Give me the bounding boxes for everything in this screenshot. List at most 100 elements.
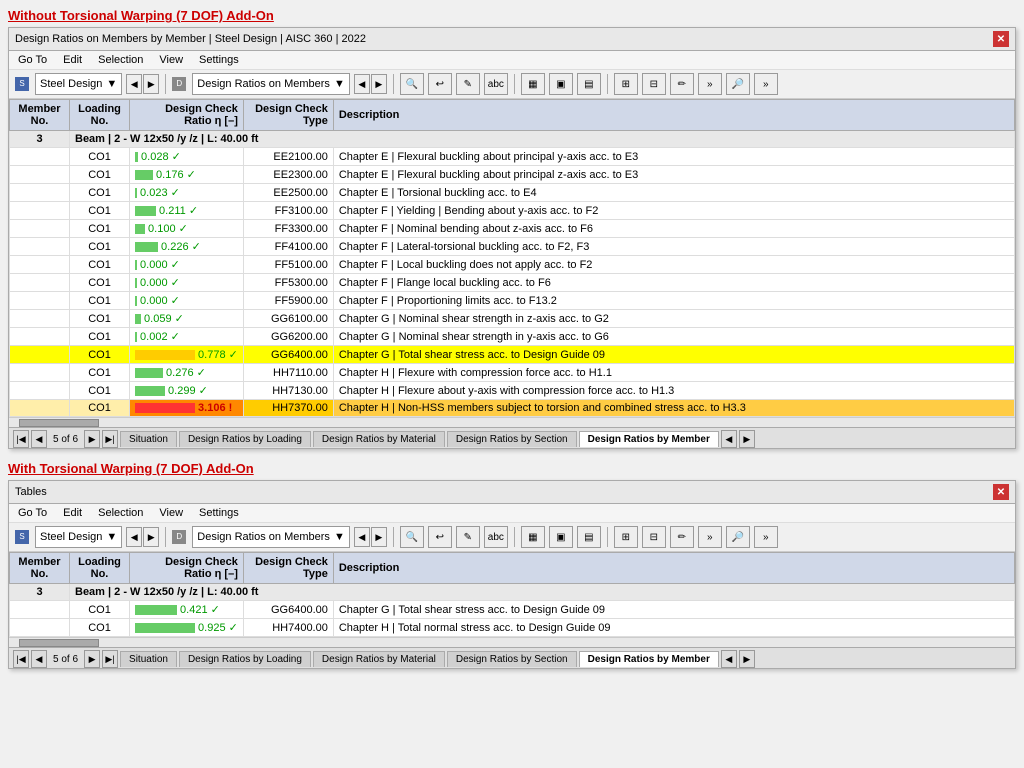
toolbar-btn-2[interactable]: ↩ [428, 73, 452, 95]
top-close-button[interactable]: ✕ [993, 31, 1009, 47]
member-no-cell: 3 [10, 131, 70, 148]
bottom-ratios-prev[interactable]: ◀ [354, 527, 370, 547]
bottom-btn-9[interactable]: ⊟ [642, 526, 666, 548]
design-ratios-dropdown[interactable]: Design Ratios on Members ▼ [192, 73, 350, 95]
bottom-btn-extra[interactable]: 🔎 [726, 526, 750, 548]
table-row[interactable]: CO1 0.211 ✓FF3100.00Chapter F | Yielding… [10, 202, 1015, 220]
bottom-btn-4[interactable]: abc [484, 526, 508, 548]
toolbar-btn-9[interactable]: ⊟ [642, 73, 666, 95]
toolbar-btn-5[interactable]: ▦ [521, 73, 545, 95]
tab-first-btn[interactable]: |◀ [13, 430, 29, 448]
bottom-scrollbar[interactable] [9, 637, 1015, 647]
toolbar-btn-4[interactable]: abc [484, 73, 508, 95]
ratios-prev-btn[interactable]: ◀ [354, 74, 370, 94]
toolbar-btn-more[interactable]: » [698, 73, 722, 95]
check-mark: 0.000 ✓ [137, 295, 180, 307]
steel-design-dropdown[interactable]: Steel Design ▼ [35, 73, 122, 95]
tab-item-4[interactable]: Design Ratios by Member [579, 431, 719, 447]
toolbar-btn-10[interactable]: ✏ [670, 73, 694, 95]
tab-end-next[interactable]: ▶ [739, 650, 755, 668]
bottom-ratios-next[interactable]: ▶ [371, 527, 387, 547]
tab-item-1[interactable]: Design Ratios by Loading [179, 651, 311, 667]
menu-view[interactable]: View [156, 53, 186, 67]
table-row[interactable]: CO1 0.023 ✓ΕΕ2500.00Chapter E | Torsiona… [10, 184, 1015, 202]
toolbar-btn-6[interactable]: ▣ [549, 73, 573, 95]
toolbar-btn-extra[interactable]: 🔎 [726, 73, 750, 95]
check-mark: 0.002 ✓ [137, 331, 180, 343]
menu-edit[interactable]: Edit [60, 53, 85, 67]
menu-goto[interactable]: Go To [15, 53, 50, 67]
table-row[interactable]: CO1 0.002 ✓GG6200.00Chapter G | Nominal … [10, 328, 1015, 346]
table-row[interactable]: CO1 0.059 ✓GG6100.00Chapter G | Nominal … [10, 310, 1015, 328]
bottom-steel-prev[interactable]: ◀ [126, 527, 142, 547]
design-ratios-label: Design Ratios on Members [197, 78, 330, 90]
menu-selection[interactable]: Selection [95, 53, 146, 67]
steel-next-btn[interactable]: ▶ [143, 74, 159, 94]
table-row[interactable]: CO1 0.000 ✓FF5100.00Chapter F | Local bu… [10, 256, 1015, 274]
tab-end-prev[interactable]: ◀ [721, 650, 737, 668]
bottom-design-dropdown[interactable]: Design Ratios on Members ▼ [192, 526, 350, 548]
table-row[interactable]: CO1 0.100 ✓FF3300.00Chapter F | Nominal … [10, 220, 1015, 238]
table-row[interactable]: CO1 0.226 ✓FF4100.00Chapter F | Lateral-… [10, 238, 1015, 256]
bottom-steel-dropdown[interactable]: Steel Design ▼ [35, 526, 122, 548]
tab-item-3[interactable]: Design Ratios by Section [447, 651, 577, 667]
tab-end-prev[interactable]: ◀ [721, 430, 737, 448]
bottom-menu-view[interactable]: View [156, 506, 186, 520]
bottom-btn-10[interactable]: ✏ [670, 526, 694, 548]
bottom-menu-selection[interactable]: Selection [95, 506, 146, 520]
tab-item-2[interactable]: Design Ratios by Material [313, 431, 445, 447]
bottom-steel-next[interactable]: ▶ [143, 527, 159, 547]
tab-first-btn[interactable]: |◀ [13, 650, 29, 668]
bottom-btn-6[interactable]: ▣ [549, 526, 573, 548]
tab-next-btn[interactable]: ▶ [84, 650, 100, 668]
toolbar-btn-more2[interactable]: » [754, 73, 778, 95]
top-toolbar: S Steel Design ▼ ◀ ▶ D Design Ratios on … [9, 70, 1015, 99]
table-row[interactable]: CO1 3.106 !HH7370.00Chapter H | Non-HSS … [10, 400, 1015, 417]
steel-prev-btn[interactable]: ◀ [126, 74, 142, 94]
tab-prev-btn[interactable]: ◀ [31, 430, 47, 448]
top-menubar: Go To Edit Selection View Settings [9, 51, 1015, 70]
top-scrollbar[interactable] [9, 417, 1015, 427]
tab-item-2[interactable]: Design Ratios by Material [313, 651, 445, 667]
bottom-close-button[interactable]: ✕ [993, 484, 1009, 500]
loading-col: CO1 [70, 184, 130, 202]
toolbar-btn-7[interactable]: ▤ [577, 73, 601, 95]
toolbar-btn-1[interactable]: 🔍 [400, 73, 424, 95]
table-row[interactable]: CO1 0.299 ✓HH7130.00Chapter H | Flexure … [10, 382, 1015, 400]
bottom-btn-1[interactable]: 🔍 [400, 526, 424, 548]
desc-col: Chapter E | Flexural buckling about prin… [333, 148, 1014, 166]
table-row[interactable]: CO1 0.000 ✓FF5900.00Chapter F | Proporti… [10, 292, 1015, 310]
tab-item-4[interactable]: Design Ratios by Member [579, 651, 719, 667]
table-row[interactable]: CO1 0.778 ✓GG6400.00Chapter G | Total sh… [10, 346, 1015, 364]
tab-item-1[interactable]: Design Ratios by Loading [179, 431, 311, 447]
bottom-btn-3[interactable]: ✎ [456, 526, 480, 548]
tab-prev-btn[interactable]: ◀ [31, 650, 47, 668]
bottom-btn-2[interactable]: ↩ [428, 526, 452, 548]
tab-next-btn[interactable]: ▶ [84, 430, 100, 448]
table-row[interactable]: CO1 0.421 ✓GG6400.00Chapter G | Total sh… [10, 601, 1015, 619]
bottom-btn-5[interactable]: ▦ [521, 526, 545, 548]
bottom-btn-7[interactable]: ▤ [577, 526, 601, 548]
menu-settings[interactable]: Settings [196, 53, 242, 67]
toolbar-btn-8[interactable]: ⊞ [614, 73, 638, 95]
table-row[interactable]: CO1 0.925 ✓HH7400.00Chapter H | Total no… [10, 619, 1015, 637]
ratios-next-btn[interactable]: ▶ [371, 74, 387, 94]
bottom-menu-goto[interactable]: Go To [15, 506, 50, 520]
table-row[interactable]: CO1 0.028 ✓ΕΕ2100.00Chapter E | Flexural… [10, 148, 1015, 166]
tab-last-btn[interactable]: ▶| [102, 430, 118, 448]
tab-last-btn[interactable]: ▶| [102, 650, 118, 668]
bottom-btn-8[interactable]: ⊞ [614, 526, 638, 548]
tab-end-next[interactable]: ▶ [739, 430, 755, 448]
bottom-btn-more[interactable]: » [698, 526, 722, 548]
toolbar-btn-3[interactable]: ✎ [456, 73, 480, 95]
tab-item-3[interactable]: Design Ratios by Section [447, 431, 577, 447]
tab-item-0[interactable]: Situation [120, 651, 177, 667]
bottom-btn-more2[interactable]: » [754, 526, 778, 548]
bottom-menu-edit[interactable]: Edit [60, 506, 85, 520]
table-row[interactable]: CO1 0.176 ✓ΕΕ2300.00Chapter E | Flexural… [10, 166, 1015, 184]
desc-col: Chapter G | Nominal shear strength in y-… [333, 328, 1014, 346]
table-row[interactable]: CO1 0.000 ✓FF5300.00Chapter F | Flange l… [10, 274, 1015, 292]
tab-item-0[interactable]: Situation [120, 431, 177, 447]
bottom-menu-settings[interactable]: Settings [196, 506, 242, 520]
table-row[interactable]: CO1 0.276 ✓HH7110.00Chapter H | Flexure … [10, 364, 1015, 382]
